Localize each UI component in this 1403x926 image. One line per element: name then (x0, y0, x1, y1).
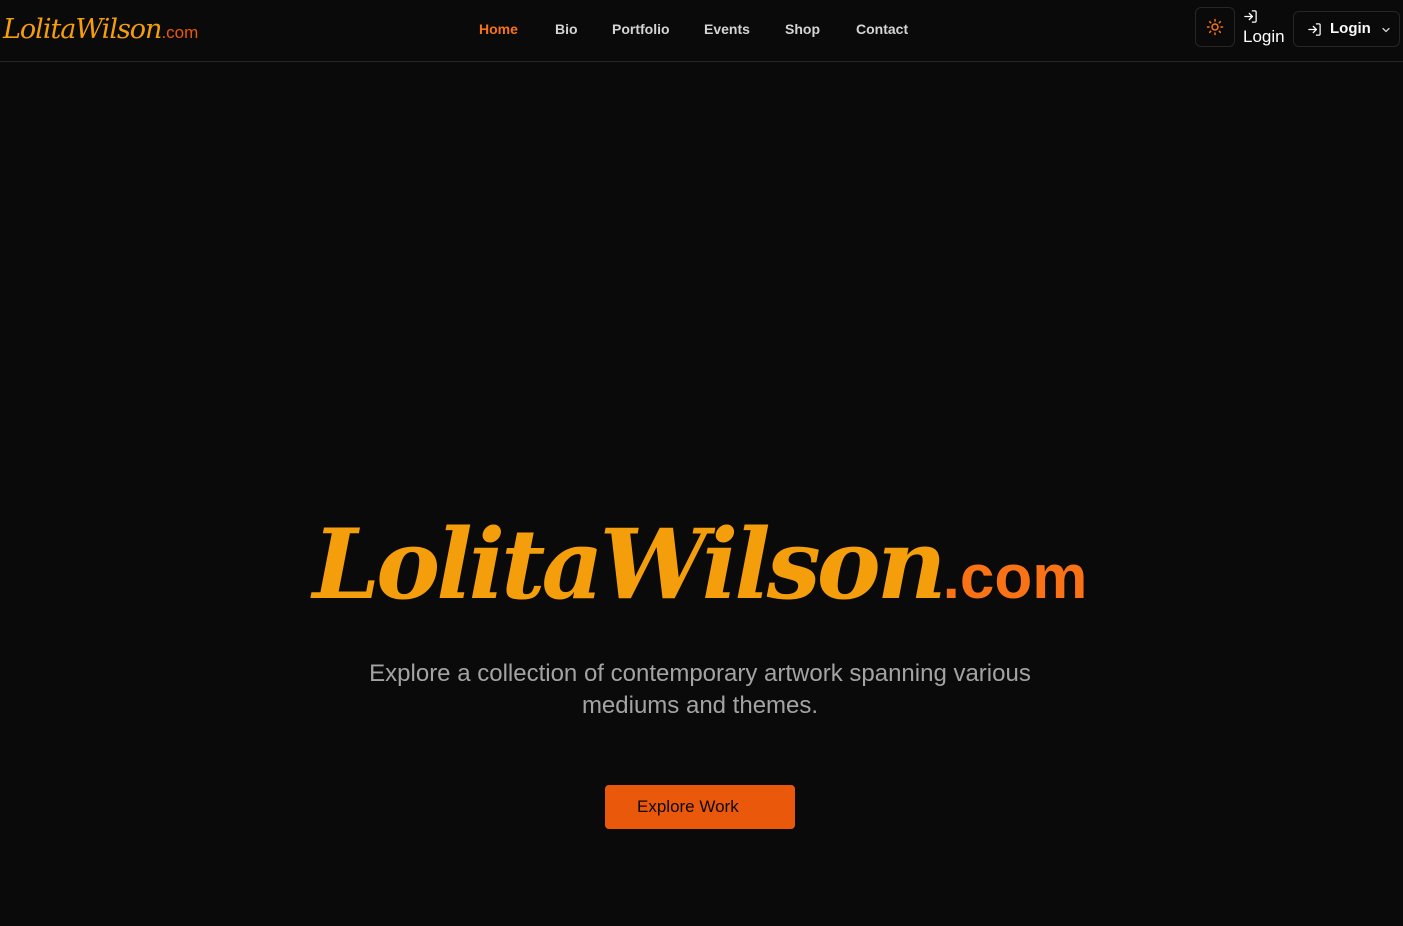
nav-link-events[interactable]: Events (704, 20, 750, 38)
site-logo[interactable]: LolitaWilson.com (3, 12, 198, 51)
nav-link-shop[interactable]: Shop (785, 20, 820, 38)
log-in-icon (1244, 10, 1257, 23)
explore-work-button[interactable]: Explore Work (605, 785, 795, 829)
theme-toggle-button[interactable] (1195, 7, 1235, 47)
login-dropdown-button[interactable]: Login (1293, 11, 1400, 47)
login-link[interactable]: Login (1243, 7, 1289, 51)
nav-link-bio[interactable]: Bio (555, 20, 578, 38)
hero-title: LolitaWilson.com (300, 500, 1100, 630)
login-button-label: Login (1330, 20, 1371, 37)
site-header: LolitaWilson.com Home Bio Portfolio Even… (0, 0, 1403, 62)
nav-link-home[interactable]: Home (479, 20, 518, 38)
hero-subtitle: Explore a collection of contemporary art… (369, 660, 1031, 719)
hero-title-name: LolitaWilson (312, 508, 947, 621)
log-in-icon (1308, 23, 1321, 36)
nav-link-portfolio[interactable]: Portfolio (612, 20, 670, 38)
nav-link-contact[interactable]: Contact (856, 20, 908, 38)
logo-name: LolitaWilson (3, 14, 162, 45)
chevron-down-icon (1382, 27, 1390, 33)
sun-icon (1206, 18, 1224, 36)
login-link-label: Login (1243, 27, 1285, 46)
logo-tld: .com (161, 23, 199, 42)
hero-title-tld: .com (942, 543, 1088, 612)
